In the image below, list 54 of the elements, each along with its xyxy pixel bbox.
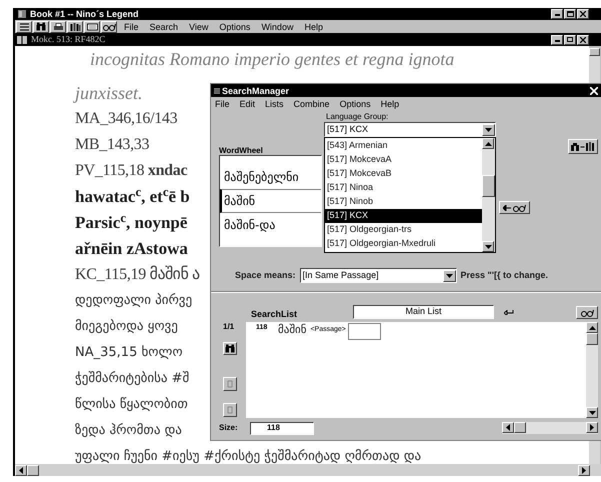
menu-item[interactable]: Window (261, 22, 294, 32)
document-line: MB_143,33 (75, 136, 150, 153)
menu-item[interactable]: Options (219, 22, 250, 32)
document-title: Mokc. 513: RF482C (31, 34, 106, 45)
menu-item[interactable]: Help (380, 98, 400, 108)
document-line: ařnēin zAstowa (75, 239, 188, 258)
menu-item[interactable]: File (124, 22, 139, 32)
menu-item[interactable]: Options (340, 98, 371, 108)
size-field[interactable]: 118 (250, 422, 314, 434)
document-line: წლისა წყალობით (75, 397, 188, 412)
document-line: PV_115,18 xndac (75, 162, 188, 179)
language-option[interactable]: [517] MokcevaB (325, 167, 482, 181)
size-label: Size: (219, 422, 239, 434)
document-line: მიეგებოდა ყოვე (75, 319, 178, 334)
language-group-label: Language Group: (325, 112, 390, 122)
dialog-title: SearchManager (222, 86, 290, 96)
language-option[interactable]: [517] Ninoa (325, 181, 482, 195)
menu-item[interactable]: Combine (294, 98, 330, 108)
language-option[interactable]: [517] MokcevaA (325, 153, 482, 167)
wordwheel-item[interactable]: მაშენებელნი (220, 165, 321, 189)
language-option[interactable]: [543] Armenian (325, 139, 482, 153)
language-option[interactable]: [517] KCX (325, 209, 482, 223)
space-means-hint: Press "'[{ to change. (460, 268, 548, 282)
space-means-combo[interactable]: [In Same Passage] (300, 268, 457, 283)
document-line: დედოფალი პირვე (75, 293, 192, 308)
wordwheel-label: WordWheel (219, 146, 264, 155)
wordwheel-item[interactable]: მაშინ (220, 189, 321, 213)
menu-item[interactable]: Edit (240, 98, 256, 108)
space-means-label: Space means: (235, 268, 296, 282)
document-line: Parsic$^{c}$, noynpē (75, 213, 188, 232)
search-word: მაშინ (278, 323, 306, 336)
language-option[interactable]: [517] Ninob (325, 195, 482, 209)
menu-item[interactable]: File (215, 98, 230, 108)
language-option[interactable]: [517] Oldgeorgian-trs (325, 223, 482, 237)
document-line: ზედა ჰრომთა და (75, 423, 182, 438)
document-line: უფალი ჩუენი #იესუ #ქრისტე ჭეშმარიტად ღმრთად და (75, 449, 422, 464)
document-line: MA_346,16/143 (75, 110, 178, 127)
menu-item[interactable]: View (189, 22, 208, 32)
document-line: incognitas Romano imperio gentes et regna ignota (90, 49, 454, 69)
document-line: junxisset. (75, 83, 142, 103)
document-line: ჭეშმარიტებისა #შ (75, 371, 190, 386)
document-line: hawatac$^{c}$, et$^{c}$ē b (75, 187, 190, 206)
language-group-combo[interactable]: [517] KCX (324, 122, 496, 137)
searchlist-label: SearchList (251, 309, 298, 319)
menu-item[interactable]: Help (304, 22, 323, 32)
language-option[interactable]: [517] Oldgeorgian-Mxedruli (325, 237, 482, 251)
list-name-field[interactable]: Main List (353, 305, 494, 319)
menu-item[interactable]: Search (150, 22, 178, 32)
page-counter: 1/1 (223, 322, 234, 332)
window-title: Book #1 -- Nino´s Legend (30, 9, 139, 19)
wordwheel-item[interactable]: მაშინ-და (220, 213, 321, 237)
document-line: KC_115,19 მაშინ ა (75, 266, 200, 283)
document-line: NA_35,15 ხოლო (75, 345, 183, 360)
menu-item[interactable]: Lists (265, 98, 284, 108)
